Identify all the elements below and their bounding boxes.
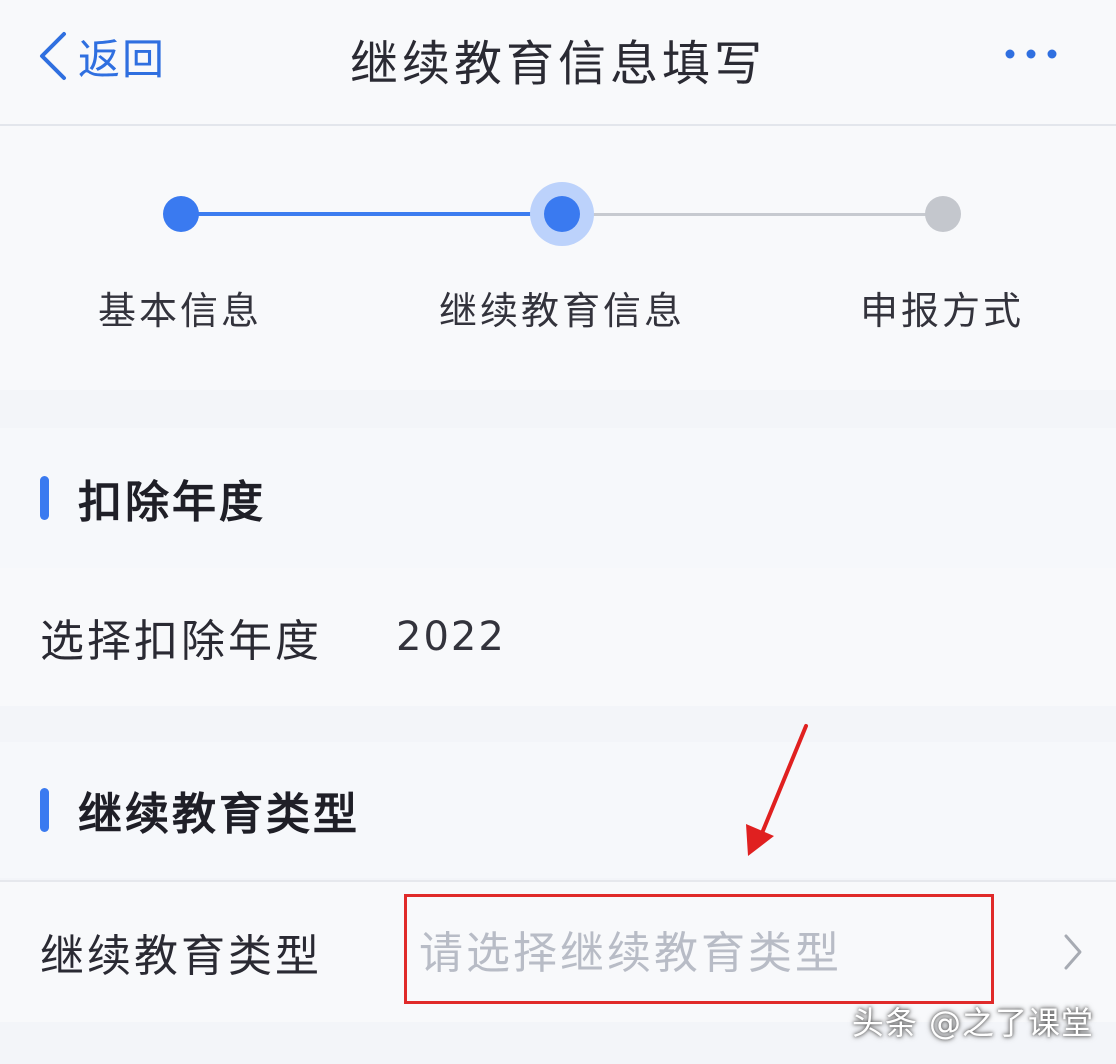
section-accent-bar [40, 476, 49, 520]
section-header-deduction-year: 扣除年度 [0, 428, 1116, 568]
more-icon [1005, 49, 1057, 59]
step-label-basic-info: 基本信息 [97, 289, 263, 333]
progress-stepper: 基本信息 继续教育信息 申报方式 [0, 126, 1116, 390]
deduction-year-row[interactable]: 选择扣除年度 2022 [0, 568, 1116, 706]
section-header-education-type: 继续教育类型 [0, 742, 1116, 878]
navigation-bar: 返回 继续教育信息填写 [0, 0, 1116, 126]
more-button[interactable] [1004, 44, 1058, 64]
step-dot-continuing-education [544, 196, 580, 232]
deduction-year-value: 2022 [396, 614, 506, 660]
step-dot-basic-info [163, 196, 199, 232]
page-title: 继续教育信息填写 [349, 36, 766, 92]
section-title-education-type: 继续教育类型 [78, 789, 360, 840]
step-label-continuing-education: 继续教育信息 [438, 289, 686, 333]
education-type-label: 继续教育类型 [40, 931, 322, 982]
step-dot-filing-method [925, 196, 961, 232]
deduction-year-label: 选择扣除年度 [40, 616, 322, 667]
education-type-select[interactable]: 请选择继续教育类型 [404, 894, 994, 1004]
annotation-arrow-icon [746, 724, 808, 856]
section-title-deduction-year: 扣除年度 [78, 477, 266, 528]
education-type-placeholder: 请选择继续教育类型 [419, 928, 842, 979]
section-accent-bar [40, 788, 49, 832]
watermark: 头条 @之了课堂 [851, 1004, 1094, 1042]
stepper-track-pending [563, 213, 942, 216]
step-label-filing-method: 申报方式 [859, 289, 1025, 333]
stepper-track-completed [180, 212, 563, 216]
chevron-right-icon[interactable] [1062, 932, 1084, 972]
